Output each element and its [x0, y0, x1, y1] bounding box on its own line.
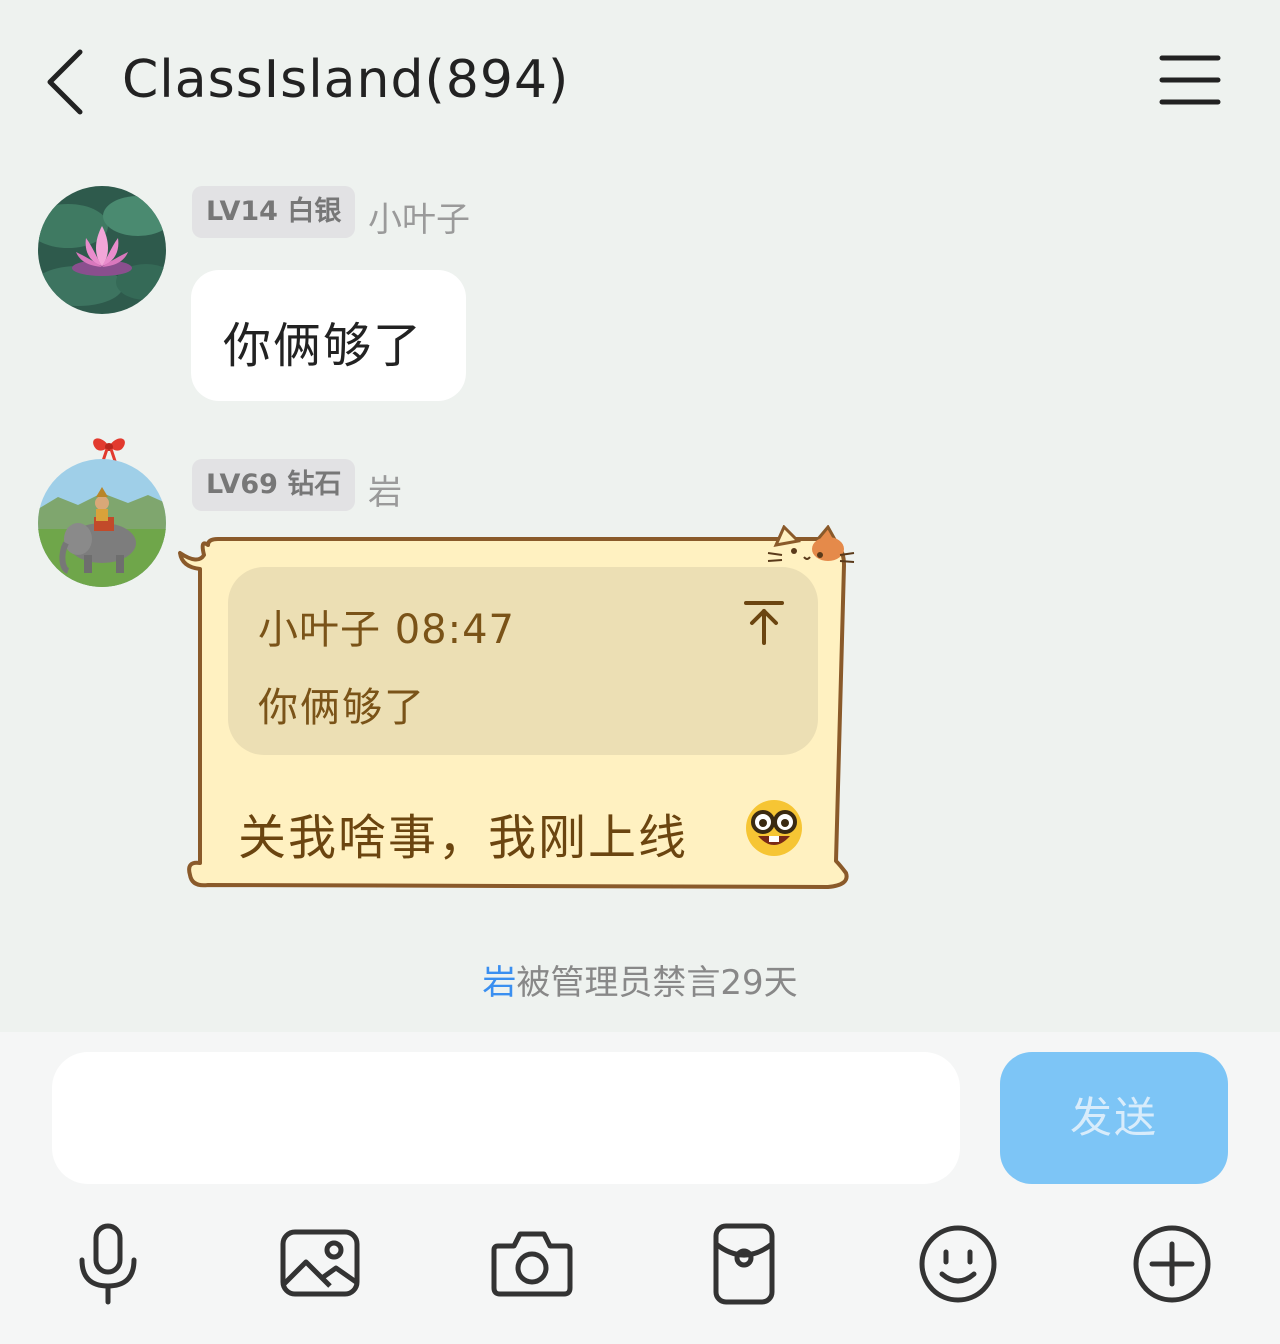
- red-packet-button[interactable]: [702, 1222, 786, 1306]
- avatar[interactable]: [38, 459, 166, 587]
- microphone-icon: [79, 1223, 137, 1305]
- voice-button[interactable]: [66, 1222, 150, 1306]
- camera-button[interactable]: [490, 1222, 574, 1306]
- level-badge: LV69 钻石: [192, 459, 356, 511]
- emoji-icon: [919, 1225, 997, 1303]
- quote-author-time: 小叶子 08:47: [258, 607, 515, 653]
- composer-bar: 发送: [0, 1032, 1280, 1344]
- menu-button[interactable]: [1158, 52, 1222, 108]
- send-button[interactable]: 发送: [1000, 1052, 1228, 1184]
- image-button[interactable]: [278, 1222, 362, 1306]
- camera-icon: [491, 1231, 573, 1297]
- sender-name[interactable]: 小叶子: [368, 192, 470, 241]
- image-icon: [280, 1229, 360, 1297]
- arrow-up-to-top-icon: [744, 601, 784, 645]
- message-bubble[interactable]: 你俩够了: [191, 270, 466, 401]
- message-text: 关我啥事，我刚上线: [238, 810, 689, 866]
- sender-name[interactable]: 岩: [368, 465, 402, 514]
- back-button[interactable]: [40, 40, 100, 120]
- notice-username[interactable]: 岩: [482, 963, 516, 1003]
- emoji-button[interactable]: [916, 1222, 1000, 1306]
- nerd-face-emoji-icon: [746, 800, 802, 856]
- more-button[interactable]: [1130, 1222, 1214, 1306]
- elephant-rider-avatar-image: [38, 459, 166, 587]
- message-input[interactable]: [52, 1052, 960, 1184]
- chat-title: ClassIsland(894): [122, 50, 570, 110]
- lotus-avatar-image: [38, 186, 166, 314]
- jump-to-original-button[interactable]: [742, 599, 786, 647]
- hamburger-menu-icon: [1159, 55, 1221, 105]
- quoted-message[interactable]: 小叶子 08:47 你俩够了: [228, 567, 818, 755]
- plus-icon: [1133, 1225, 1211, 1303]
- avatar[interactable]: [38, 186, 166, 314]
- level-badge: LV14 白银: [192, 186, 356, 238]
- chat-header: ClassIsland(894): [0, 0, 1280, 165]
- message-text: 你俩够了: [223, 318, 424, 374]
- chevron-left-icon: [47, 49, 83, 115]
- quote-text: 你俩够了: [258, 685, 426, 731]
- notice-text: 被管理员禁言29天: [516, 963, 798, 1003]
- red-packet-icon: [713, 1223, 775, 1305]
- system-notice: 岩被管理员禁言29天: [0, 955, 1280, 1004]
